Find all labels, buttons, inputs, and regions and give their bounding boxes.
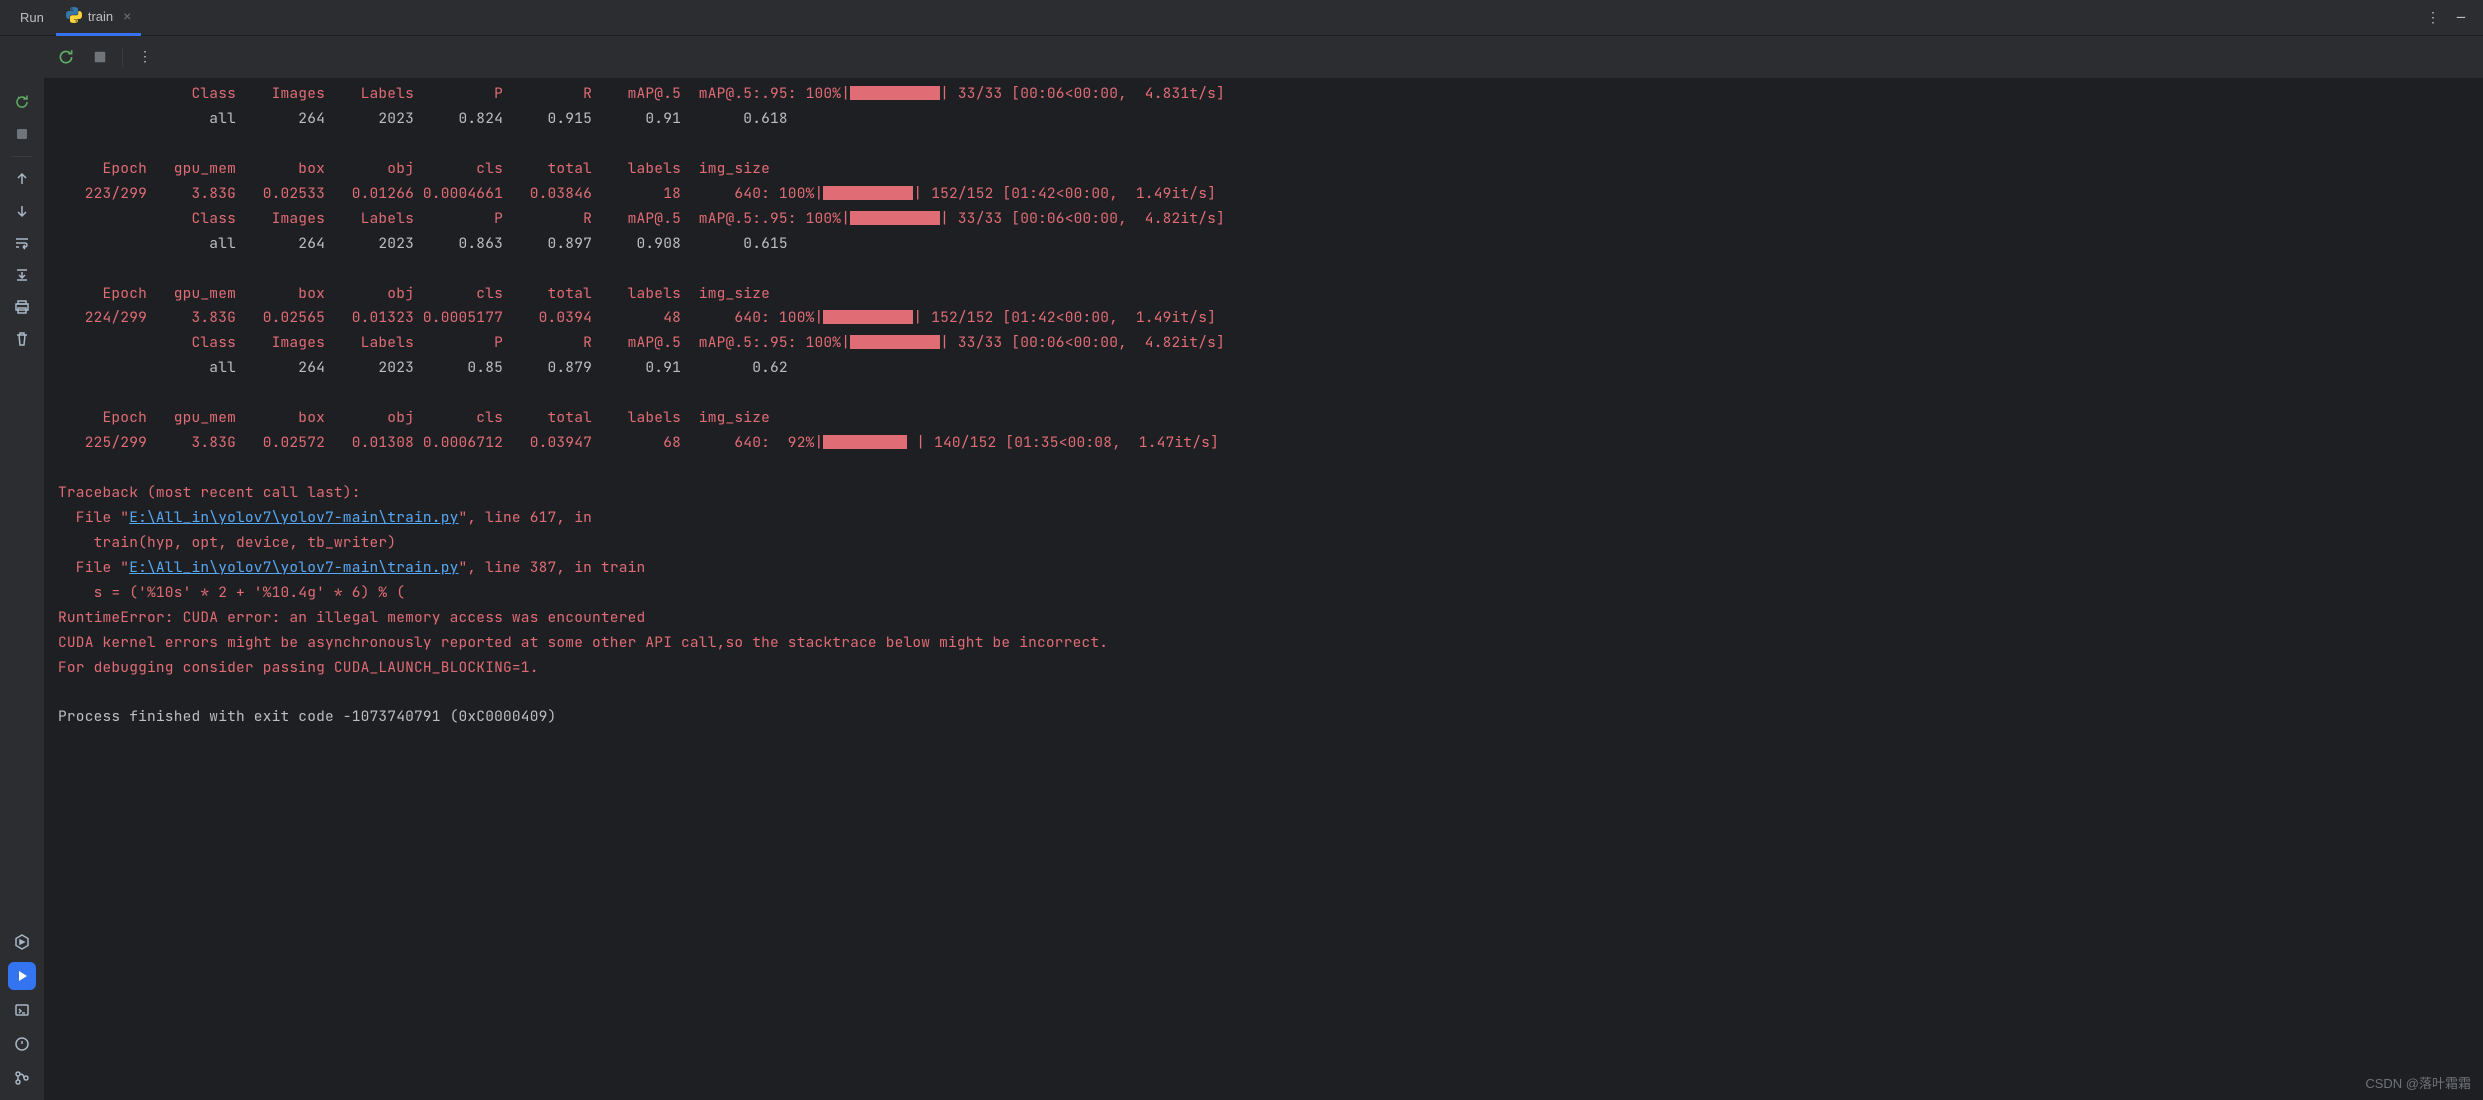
close-icon[interactable]: × [123,8,131,24]
scroll-to-end-icon[interactable] [8,261,36,289]
rerun-icon[interactable] [8,88,36,116]
rerun-green-icon[interactable] [54,45,78,69]
minimize-icon[interactable]: — [2447,4,2475,32]
problems-icon[interactable] [8,1030,36,1058]
services-icon[interactable] [8,928,36,956]
stop-icon[interactable] [8,120,36,148]
console-toolbar: ⋮ [44,36,2483,78]
more-vert-icon[interactable]: ⋮ [133,45,157,69]
terminal-icon[interactable] [8,996,36,1024]
trash-icon[interactable] [8,325,36,353]
tab-label: train [88,9,113,24]
run-panel-label: Run [8,10,56,25]
down-arrow-icon[interactable] [8,197,36,225]
left-tool-rail [0,36,44,1100]
soft-wrap-icon[interactable] [8,229,36,257]
python-file-icon [66,7,82,26]
print-icon[interactable] [8,293,36,321]
watermark-text: CSDN @落叶霜霜 [2365,1073,2471,1092]
vcs-icon[interactable] [8,1064,36,1092]
run-button-icon[interactable] [8,962,36,990]
stop-gray-icon[interactable] [88,45,112,69]
run-tab-bar: Run train × ⋮ — [0,0,2483,36]
console-output[interactable]: Class Images Labels P R mAP@.5 mAP@.5:.9… [44,78,2483,1100]
tab-train[interactable]: train × [56,0,141,36]
up-arrow-icon[interactable] [8,165,36,193]
more-options-icon[interactable]: ⋮ [2419,4,2447,32]
